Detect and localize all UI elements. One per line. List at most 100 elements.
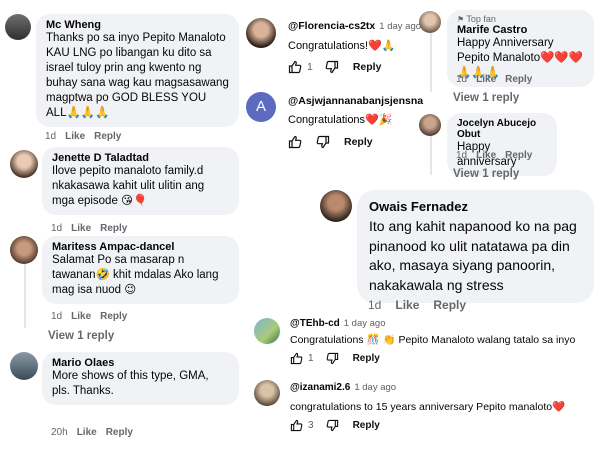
author-handle[interactable]: @Asjwjannanabanjsjensna: [288, 95, 423, 107]
avatar[interactable]: [320, 190, 352, 222]
reply-button[interactable]: Reply: [100, 223, 127, 234]
comment-text: congratulations to 15 years anniversary …: [290, 401, 566, 413]
comment-actions: 1d Like Reply: [51, 311, 136, 322]
like-button[interactable]: Like: [71, 223, 91, 234]
timestamp[interactable]: 1d: [51, 311, 62, 322]
avatar-letter: A: [255, 98, 266, 115]
thread-line: [24, 262, 26, 328]
dislike-icon[interactable]: [316, 135, 330, 149]
reply-button[interactable]: Reply: [353, 61, 382, 73]
comment-text: Congratulations 🎊 👏 Pepito Manaloto wala…: [290, 334, 576, 346]
avatar[interactable]: [246, 18, 276, 48]
top-fan-badge: ⚑ Top fan: [457, 14, 496, 24]
timestamp[interactable]: 1d: [368, 298, 381, 312]
like-count: 3: [308, 420, 314, 431]
avatar[interactable]: [254, 318, 280, 344]
comment-text: Congratulations❤️🎉: [288, 114, 393, 126]
reply-button[interactable]: Reply: [106, 427, 133, 438]
view-replies-link[interactable]: View 1 reply: [48, 330, 114, 342]
comment-actions: 1d Like Reply: [368, 298, 475, 312]
avatar[interactable]: [5, 14, 31, 40]
like-button[interactable]: Like: [71, 311, 91, 322]
comment-author[interactable]: @Asjwjannanabanjsjensna: [288, 95, 423, 107]
comment-text: Thanks po sa inyo Pepito Manaloto KAU LN…: [46, 32, 229, 119]
reply-button[interactable]: Reply: [94, 131, 121, 142]
comment-actions: 20h Like Reply: [51, 427, 142, 438]
timestamp[interactable]: 20h: [51, 427, 68, 438]
like-button[interactable]: Like: [476, 150, 496, 161]
comment-bubble: Mc Wheng Thanks po sa inyo Pepito Manalo…: [36, 14, 239, 127]
dislike-icon[interactable]: [326, 419, 339, 432]
comment-author[interactable]: Marife Castro: [457, 24, 584, 36]
author-handle[interactable]: @Florencia-cs2tx: [288, 20, 375, 32]
comment-actions: 1d Like Reply: [456, 74, 541, 85]
view-replies-link[interactable]: View 1 reply: [453, 168, 519, 180]
like-count: 1: [308, 353, 314, 364]
timestamp[interactable]: 1d: [51, 223, 62, 234]
avatar[interactable]: [10, 150, 38, 178]
comment-text: Salamat Po sa masarap n tawanan🤣 khit md…: [52, 254, 219, 296]
timestamp: 1 day ago: [379, 21, 422, 32]
comment-text: Ito ang kahit napanood ko na pag pinanoo…: [369, 218, 577, 293]
comment-author[interactable]: Jenette D Taladtad: [52, 152, 229, 164]
comment-text: Ilove pepito manaloto family.d nkakasawa…: [52, 165, 205, 207]
avatar[interactable]: [10, 236, 38, 264]
comment-author[interactable]: Owais Fernadez: [369, 199, 582, 214]
author-handle[interactable]: @izanami2.6: [290, 382, 350, 393]
thread-line: [430, 32, 432, 92]
thread-line: [430, 135, 432, 175]
like-button[interactable]: Like: [65, 131, 85, 142]
timestamp[interactable]: 1d: [45, 131, 56, 142]
comment-bubble: Jocelyn Abucejo Obut Happy anniversary: [447, 113, 557, 176]
comment-text: Congratulations!❤️🙏: [288, 40, 396, 52]
reply-button[interactable]: Reply: [353, 420, 380, 431]
badge-icon: ⚑: [457, 15, 467, 24]
comment-author[interactable]: @Florencia-cs2tx 1 day ago: [288, 20, 421, 32]
like-icon[interactable]: [288, 60, 302, 74]
dislike-icon[interactable]: [325, 60, 339, 74]
dislike-icon[interactable]: [326, 352, 339, 365]
reply-button[interactable]: Reply: [505, 74, 532, 85]
comment-actions: 1 Reply: [288, 60, 381, 74]
reply-button[interactable]: Reply: [433, 298, 466, 312]
comment-author[interactable]: Jocelyn Abucejo Obut: [457, 118, 547, 140]
like-icon[interactable]: [288, 135, 302, 149]
avatar[interactable]: [10, 352, 38, 380]
comment-actions: 1d Like Reply: [45, 131, 130, 142]
comment-actions: 3 Reply: [290, 419, 380, 432]
comment-author[interactable]: @TEhb-cd 1 day ago: [290, 318, 385, 329]
author-handle[interactable]: @TEhb-cd: [290, 318, 340, 329]
like-button[interactable]: Like: [77, 427, 97, 438]
comment-author[interactable]: @izanami2.6 1 day ago: [290, 382, 396, 393]
view-replies-link[interactable]: View 1 reply: [453, 92, 519, 104]
timestamp: 1 day ago: [354, 382, 397, 393]
comment-actions: 1d Like Reply: [456, 150, 541, 161]
reply-button[interactable]: Reply: [505, 150, 532, 161]
comment-actions: Reply: [288, 135, 373, 149]
avatar[interactable]: A: [246, 92, 276, 122]
reply-button[interactable]: Reply: [353, 353, 380, 364]
comment-bubble: Owais Fernadez Ito ang kahit napanood ko…: [357, 190, 594, 303]
avatar[interactable]: [419, 11, 441, 33]
timestamp[interactable]: 1d: [456, 150, 467, 161]
timestamp[interactable]: 1d: [456, 74, 467, 85]
comment-bubble: Jenette D Taladtad Ilove pepito manaloto…: [42, 147, 239, 215]
like-icon[interactable]: [290, 419, 303, 432]
timestamp: 1 day ago: [343, 318, 386, 329]
reply-button[interactable]: Reply: [344, 136, 373, 148]
comment-text: More shows of this type, GMA, pls. Thank…: [52, 370, 209, 397]
comment-author[interactable]: Mario Olaes: [52, 357, 229, 369]
comment-actions: 1 Reply: [290, 352, 380, 365]
like-button[interactable]: Like: [395, 298, 419, 312]
comment-bubble: Mario Olaes More shows of this type, GMA…: [42, 352, 239, 405]
comment-author[interactable]: Mc Wheng: [46, 19, 229, 31]
comment-author[interactable]: Maritess Ampac-dancel: [52, 241, 229, 253]
like-count: 1: [307, 61, 313, 73]
avatar[interactable]: [419, 114, 441, 136]
reply-button[interactable]: Reply: [100, 311, 127, 322]
comment-bubble: Maritess Ampac-dancel Salamat Po sa masa…: [42, 236, 239, 304]
like-button[interactable]: Like: [476, 74, 496, 85]
avatar[interactable]: [254, 380, 280, 406]
like-icon[interactable]: [290, 352, 303, 365]
comment-actions: 1d Like Reply: [51, 223, 136, 234]
